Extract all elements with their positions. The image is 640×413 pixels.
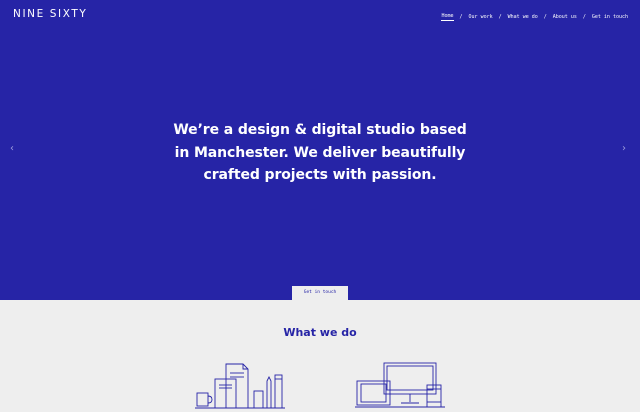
hero-headline-line: in Manchester. We deliver beautifully (174, 144, 466, 161)
devices-icon (355, 362, 445, 408)
hero-headline-line: crafted projects with passion. (203, 167, 437, 183)
nav-link-what-we-do[interactable]: What we do (508, 14, 538, 20)
carousel-next-arrow-icon[interactable]: › (622, 144, 626, 154)
nav-separator: / (543, 14, 547, 20)
nav-link-about-us[interactable]: About us (553, 14, 577, 20)
get-in-touch-button[interactable]: Get in touch (292, 286, 348, 300)
hero-headline: We’re a design & digital studio based in… (120, 119, 520, 187)
nav-link-home[interactable]: Home (441, 13, 454, 21)
main-nav: Home / Our work / What we do / About us … (441, 13, 628, 21)
nav-separator: / (459, 14, 463, 20)
print-stationery-icon (195, 363, 285, 409)
nav-link-get-in-touch[interactable]: Get in touch (592, 14, 628, 20)
nav-separator: / (582, 14, 586, 20)
section-title: What we do (283, 326, 357, 339)
hero-headline-line: We’re a design & digital studio based (173, 122, 467, 138)
site-logo[interactable]: NINE SIXTY (13, 8, 87, 20)
hero-section: NINE SIXTY Home / Our work / What we do … (0, 0, 640, 300)
carousel-prev-arrow-icon[interactable]: ‹ (10, 144, 14, 154)
nav-link-our-work[interactable]: Our work (469, 14, 493, 20)
what-we-do-section: What we do (0, 300, 640, 412)
nav-separator: / (498, 14, 502, 20)
